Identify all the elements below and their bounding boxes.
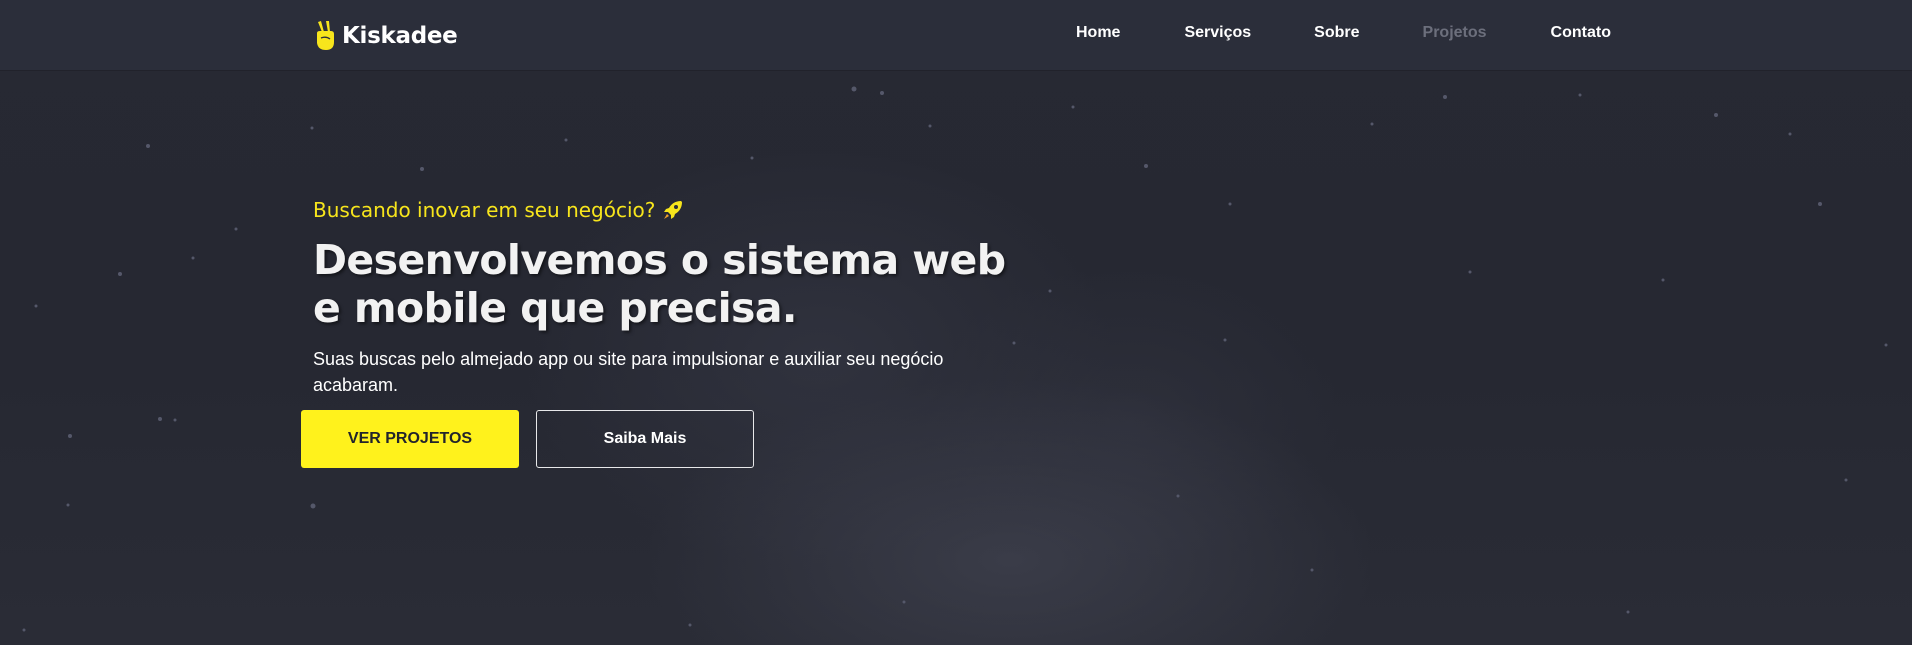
main-nav: Home Serviços Sobre Projetos Contato [1076, 22, 1611, 44]
hero-headline: Desenvolvemos o sistema web e mobile que… [313, 236, 1006, 332]
landing-page: Kiskadee Home Serviços Sobre Projetos Co… [0, 0, 1912, 645]
nav-item-projetos[interactable]: Projetos [1423, 22, 1487, 44]
view-projects-button[interactable]: VER PROJETOS [301, 410, 519, 468]
nav-item-home[interactable]: Home [1076, 22, 1120, 44]
brand-name: Kiskadee [342, 23, 458, 49]
hero-eyebrow: Buscando inovar em seu negócio? [313, 194, 1033, 226]
nav-item-servicos[interactable]: Serviços [1184, 22, 1251, 44]
hero-section: Buscando inovar em seu negócio? Desenvol… [313, 194, 1033, 398]
site-header: Kiskadee Home Serviços Sobre Projetos Co… [0, 0, 1912, 70]
brand-logo[interactable]: Kiskadee [312, 20, 458, 52]
hero-subtext: Suas buscas pelo almejado app ou site pa… [313, 349, 944, 395]
rocket-icon [664, 201, 683, 219]
hero-eyebrow-text: Buscando inovar em seu negócio? [313, 198, 656, 222]
nav-item-sobre[interactable]: Sobre [1314, 22, 1359, 44]
nav-item-contato[interactable]: Contato [1551, 22, 1611, 44]
learn-more-button[interactable]: Saiba Mais [536, 410, 754, 468]
victory-hand-icon [317, 21, 334, 50]
